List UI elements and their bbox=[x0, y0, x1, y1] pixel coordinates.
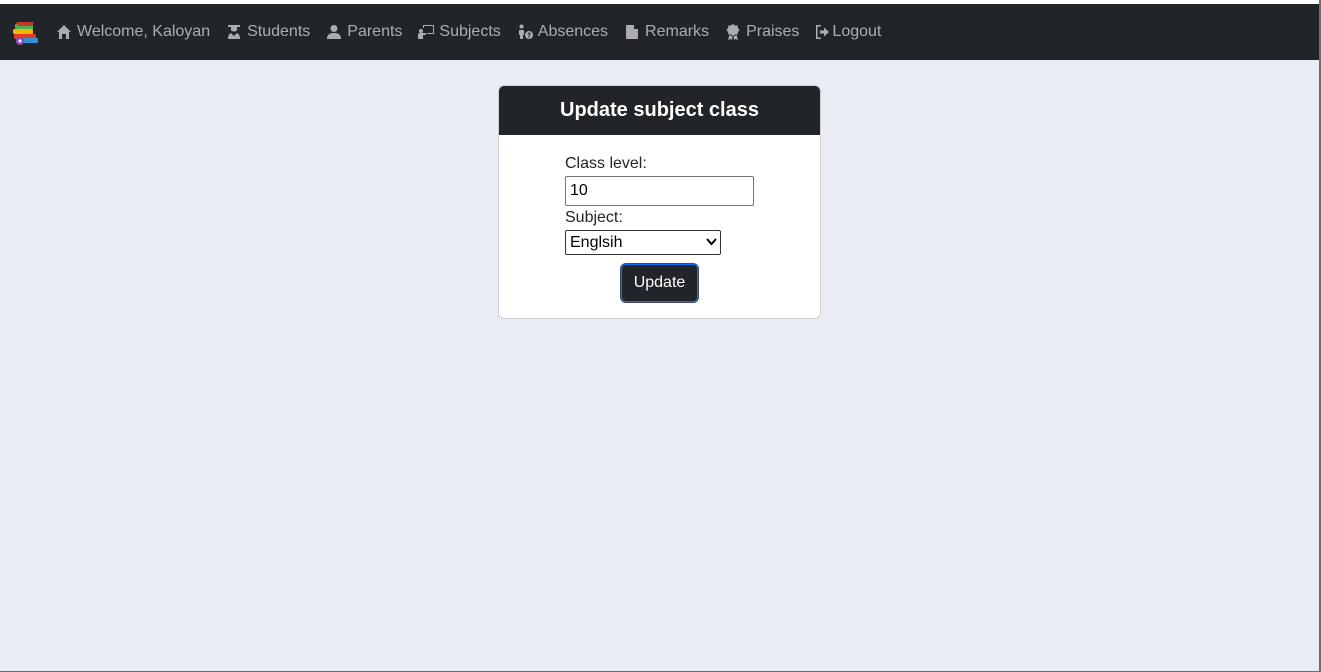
nav-logout-label: Logout bbox=[832, 23, 882, 40]
graduate-icon bbox=[228, 25, 241, 39]
person-question-icon bbox=[518, 24, 533, 39]
nav-remarks[interactable]: Remarks bbox=[624, 23, 709, 41]
nav-absences-label: Absences bbox=[537, 23, 609, 40]
nav-welcome-label: Welcome, Kaloyan bbox=[77, 23, 211, 40]
nav-welcome[interactable]: Welcome, Kaloyan bbox=[56, 23, 210, 41]
nav-remarks-label: Remarks bbox=[645, 23, 710, 40]
card-title: Update subject class bbox=[499, 86, 820, 135]
home-icon bbox=[57, 25, 71, 39]
update-subject-class-card: Update subject class Class level: Subjec… bbox=[498, 85, 821, 319]
subject-select[interactable]: Englsih bbox=[565, 230, 721, 255]
chalkboard-teacher-icon bbox=[418, 25, 435, 39]
class-level-label: Class level: bbox=[565, 155, 647, 172]
nav-students-label: Students bbox=[247, 23, 311, 40]
person-icon bbox=[327, 25, 342, 39]
update-button[interactable]: Update bbox=[621, 264, 698, 302]
nav-subjects[interactable]: Subjects bbox=[418, 23, 501, 41]
nav-parents-label: Parents bbox=[347, 23, 403, 40]
nav-subjects-label: Subjects bbox=[439, 23, 501, 40]
school-logo-icon[interactable] bbox=[10, 16, 42, 48]
class-level-input[interactable] bbox=[565, 176, 754, 206]
document-icon bbox=[626, 25, 639, 39]
nav-parents[interactable]: Parents bbox=[326, 23, 402, 41]
nav-absences[interactable]: Absences bbox=[517, 23, 608, 41]
nav-praises-label: Praises bbox=[746, 23, 800, 40]
nav-logout[interactable]: Logout bbox=[815, 23, 881, 41]
subject-label: Subject: bbox=[565, 209, 623, 226]
update-form: Class level: Subject: Englsih bbox=[565, 154, 765, 255]
subject-select-value: Englsih bbox=[570, 234, 623, 251]
nav-students[interactable]: Students bbox=[226, 23, 310, 41]
logout-icon bbox=[816, 25, 830, 39]
top-navbar: Welcome, Kaloyan Students Parents Subjec… bbox=[0, 4, 1319, 60]
nav-praises[interactable]: Praises bbox=[725, 23, 799, 41]
chevron-down-icon bbox=[706, 238, 717, 246]
award-icon bbox=[726, 24, 740, 40]
